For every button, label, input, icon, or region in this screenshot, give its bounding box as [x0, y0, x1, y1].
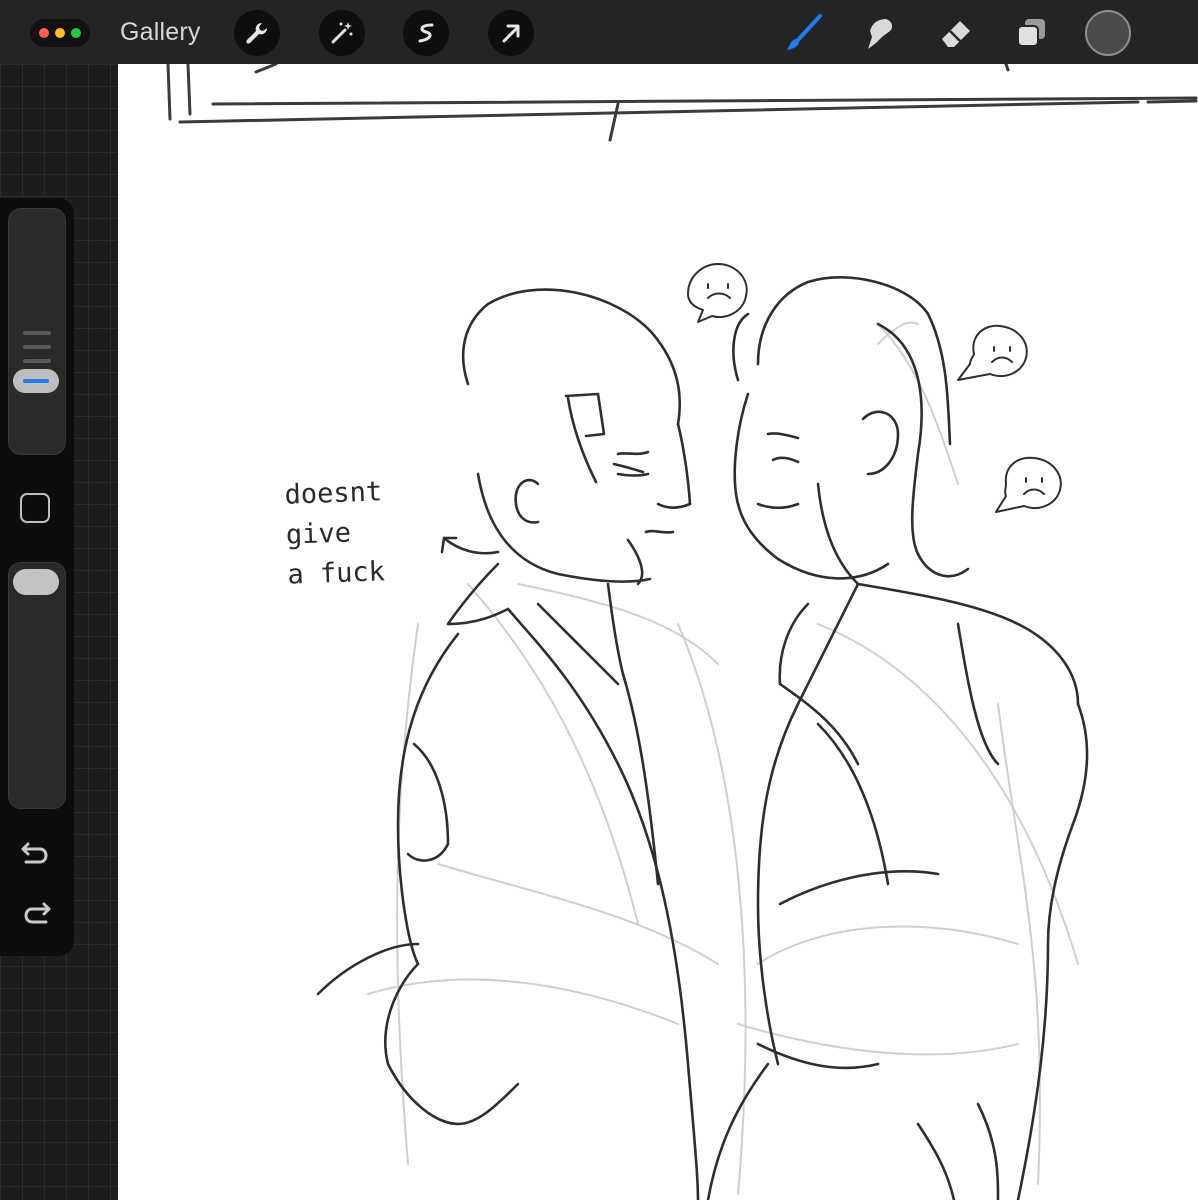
top-toolbar: Gallery [0, 0, 1198, 64]
opacity-handle[interactable] [13, 569, 59, 595]
redo-button[interactable] [18, 898, 54, 930]
selection-icon [418, 23, 434, 43]
handwritten-note: doesnt give a fuck [284, 472, 386, 595]
redo-icon [24, 902, 51, 924]
red-dot [39, 28, 49, 38]
gallery-button[interactable]: Gallery [120, 18, 201, 47]
actions-button[interactable] [234, 10, 280, 56]
transform-button[interactable] [488, 10, 534, 56]
layers-button[interactable] [1008, 10, 1054, 56]
wrench-icon [246, 22, 268, 44]
selection-button[interactable] [403, 10, 449, 56]
yellow-dot [55, 28, 65, 38]
brush-size-slider[interactable] [8, 208, 66, 455]
undo-icon [21, 842, 48, 864]
eraser-button[interactable] [933, 10, 979, 56]
layers-icon [1017, 19, 1045, 47]
size-tick [23, 359, 51, 363]
note-line: doesnt [284, 476, 383, 511]
brush-icon [787, 14, 822, 50]
size-tick [23, 331, 51, 335]
note-line: give [285, 517, 352, 551]
opacity-slider[interactable] [8, 562, 66, 809]
move-arrow-icon [502, 24, 520, 43]
drawing-canvas[interactable]: doesnt give a fuck [118, 64, 1198, 1200]
color-picker-button[interactable] [1085, 10, 1131, 56]
magic-wand-icon [331, 22, 353, 44]
smudge-icon [868, 19, 893, 49]
brush-button[interactable] [781, 10, 827, 56]
modify-button[interactable] [20, 493, 50, 523]
undo-button[interactable] [18, 838, 54, 870]
brush-size-handle[interactable] [13, 369, 59, 393]
window-controls-button[interactable] [30, 19, 90, 47]
adjustments-button[interactable] [319, 10, 365, 56]
smudge-button[interactable] [857, 10, 903, 56]
green-dot [71, 28, 81, 38]
sketch-artwork [166, 64, 1198, 1200]
size-tick [23, 345, 51, 349]
note-line: a fuck [286, 556, 386, 591]
left-sidebar [0, 198, 74, 956]
eraser-icon [942, 21, 970, 47]
